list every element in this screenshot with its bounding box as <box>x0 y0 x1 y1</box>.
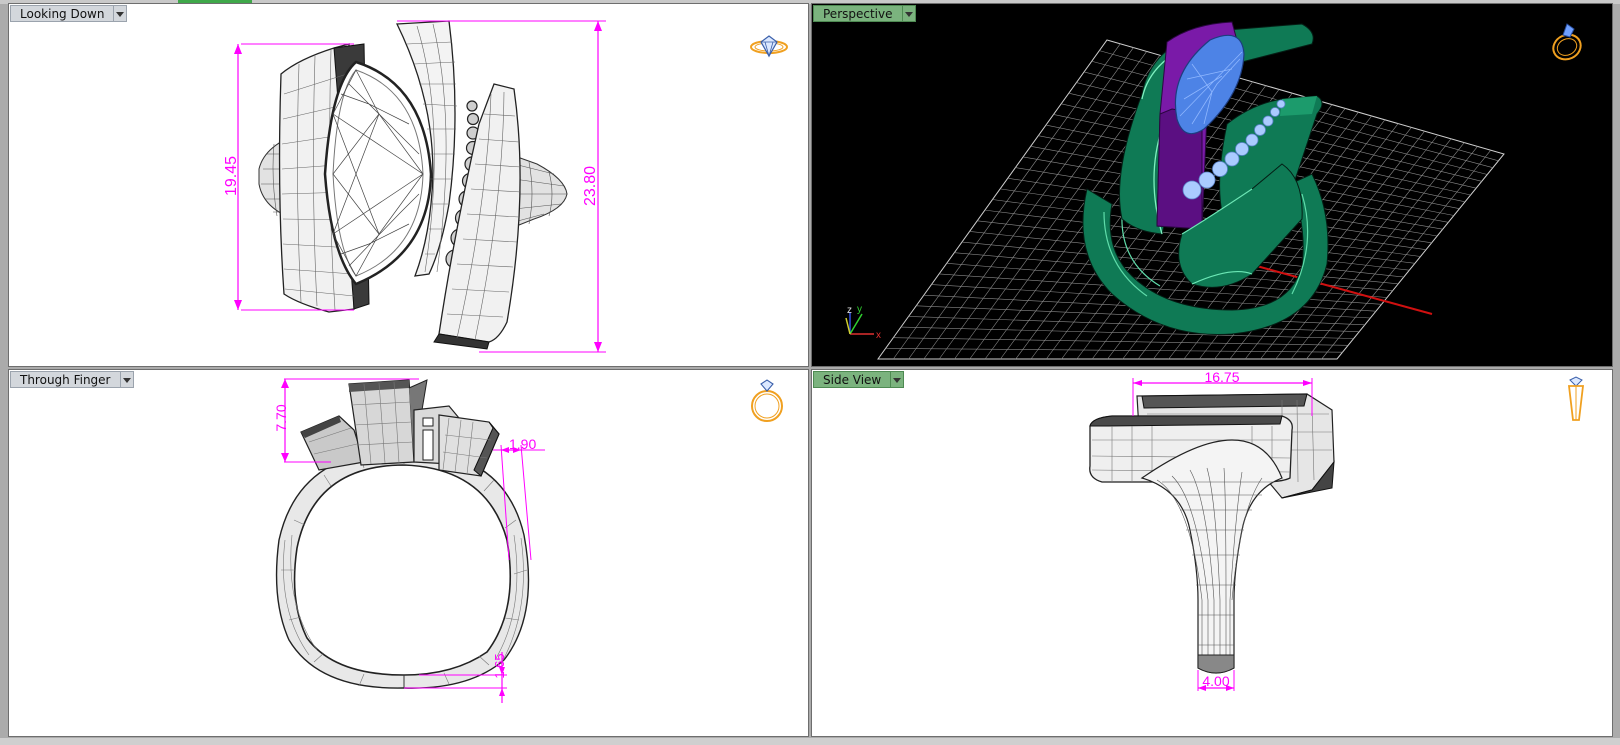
viewport-label-looking-down[interactable]: Looking Down <box>10 5 128 22</box>
ring-orientation-icon[interactable] <box>1547 20 1591 64</box>
viewport-perspective[interactable]: z y x Perspective <box>811 3 1613 367</box>
viewport-side-view[interactable]: 16.75 4.00 Side View <box>811 369 1613 737</box>
viewport-through-finger[interactable]: 7.70 1.90 1.65 Through Finger <box>8 369 809 737</box>
through-finger-render: 7.70 1.90 1.65 <box>273 378 545 703</box>
axis-x-label: x <box>876 330 881 341</box>
viewport-label-side-view[interactable]: Side View <box>813 371 905 388</box>
ring-orientation-icon[interactable] <box>747 32 791 62</box>
perspective-render: z y x <box>845 21 1505 360</box>
viewport-label-perspective[interactable]: Perspective <box>813 5 916 22</box>
status-strip <box>0 738 1620 745</box>
dim-shank-4-00: 4.00 <box>1202 673 1229 689</box>
looking-down-render: 19.45 23.80 <box>223 20 606 353</box>
dim-width-16-75: 16.75 <box>1204 370 1239 385</box>
dim-shoulder-1-90: 1.90 <box>509 436 536 452</box>
dim-length-23-80: 23.80 <box>582 166 599 206</box>
side-view-render: 16.75 4.00 <box>1089 370 1335 691</box>
viewport-label-through-finger[interactable]: Through Finger <box>10 371 134 388</box>
ring-orientation-icon[interactable] <box>1562 376 1590 428</box>
chevron-down-icon[interactable] <box>113 5 128 22</box>
dim-height-19-45: 19.45 <box>223 156 240 196</box>
axis-y-label: y <box>857 304 862 315</box>
ring-orientation-icon[interactable] <box>747 378 787 424</box>
viewport-looking-down[interactable]: 19.45 23.80 Looking Down <box>8 3 809 367</box>
chevron-down-icon[interactable] <box>119 371 134 388</box>
axis-z-label: z <box>847 305 852 316</box>
dim-height-7-70: 7.70 <box>273 404 289 431</box>
dim-bottom-1-65: 1.65 <box>492 653 507 678</box>
chevron-down-icon[interactable] <box>901 5 916 22</box>
chevron-down-icon[interactable] <box>890 371 905 388</box>
